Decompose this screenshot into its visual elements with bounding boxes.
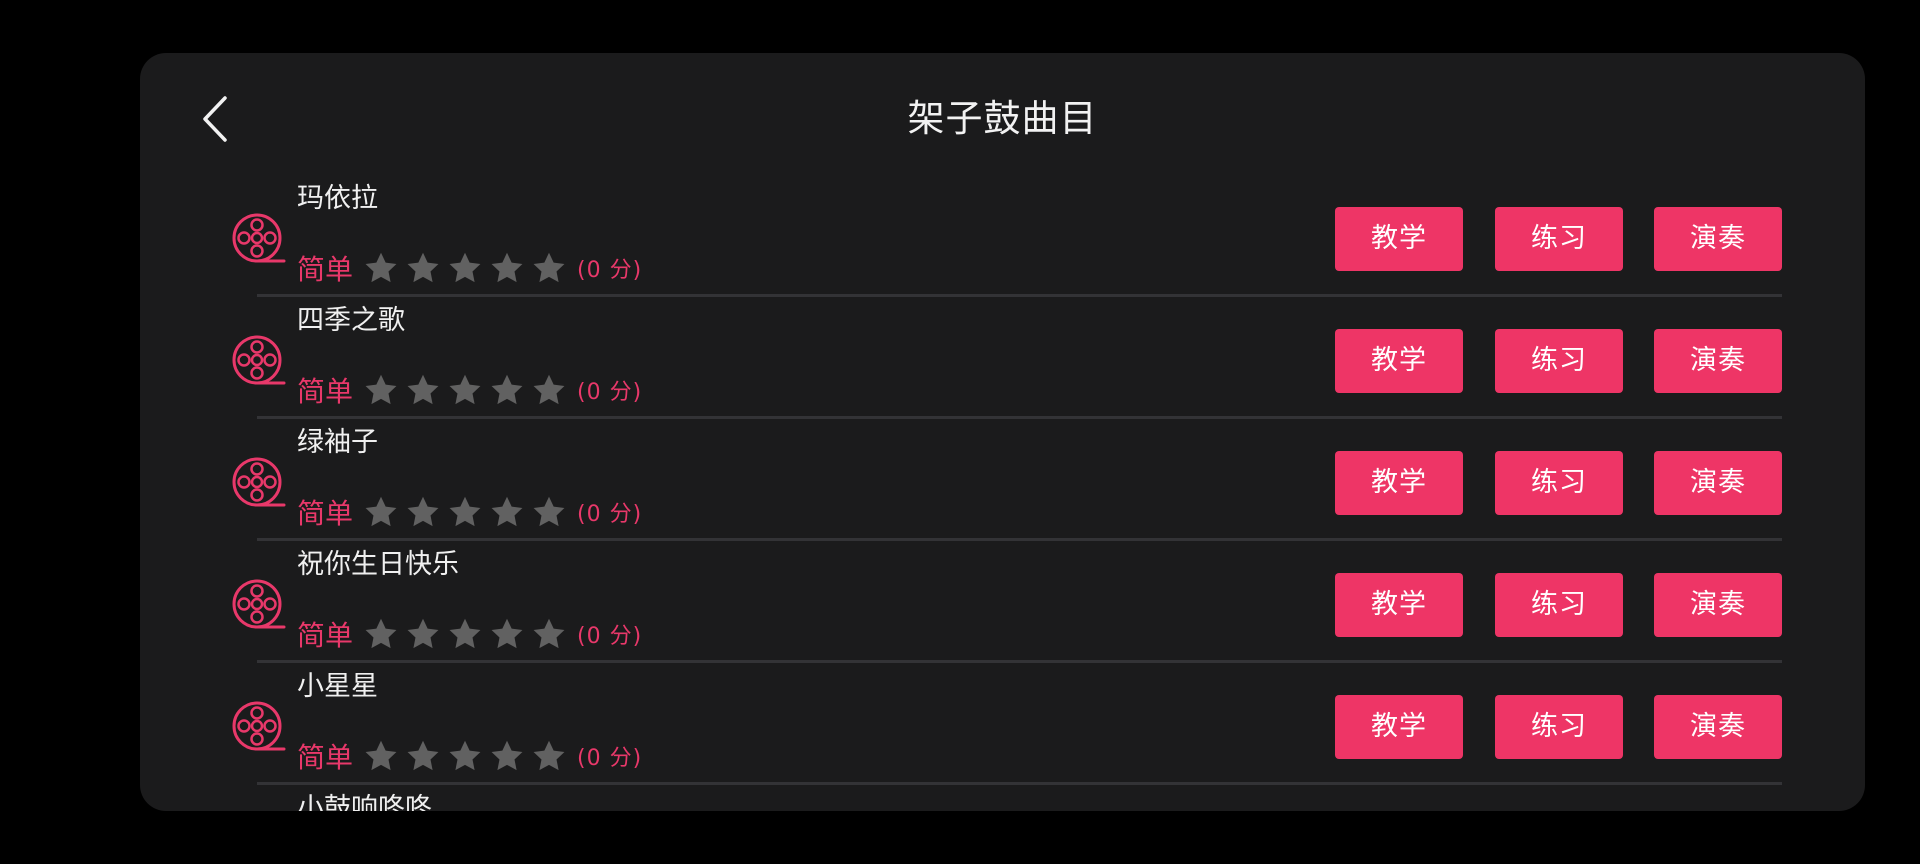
practice-button[interactable]: 练习 xyxy=(1495,451,1623,515)
star-rating xyxy=(363,616,573,652)
star-icon xyxy=(405,738,441,774)
play-button[interactable]: 演奏 xyxy=(1654,695,1782,759)
score-label: (0 分) xyxy=(577,746,643,771)
play-button[interactable]: 演奏 xyxy=(1654,329,1782,393)
song-row: 四季之歌 简单 (0 分) 教学 练习 演奏 xyxy=(140,297,1865,419)
song-title: 玛依拉 xyxy=(297,183,378,214)
star-icon xyxy=(489,494,525,530)
star-icon xyxy=(447,494,483,530)
star-icon xyxy=(447,738,483,774)
star-icon xyxy=(405,372,441,408)
star-icon xyxy=(447,372,483,408)
star-rating xyxy=(363,738,573,774)
song-list-panel: 架子鼓曲目 玛依拉 简单 (0 分) 教学 练习 演奏 四季之歌 简单 (0 分… xyxy=(140,53,1865,811)
song-title: 小鼓响咚咚 xyxy=(297,793,432,811)
film-reel-icon xyxy=(232,457,286,513)
star-rating xyxy=(363,494,573,530)
song-row: 绿袖子 简单 (0 分) 教学 练习 演奏 xyxy=(140,419,1865,541)
star-rating xyxy=(363,250,573,286)
star-icon xyxy=(363,738,399,774)
song-title: 祝你生日快乐 xyxy=(297,549,459,580)
practice-button[interactable]: 练习 xyxy=(1495,207,1623,271)
star-icon xyxy=(531,738,567,774)
page-title: 架子鼓曲目 xyxy=(907,97,1098,140)
song-title: 四季之歌 xyxy=(297,305,405,336)
star-icon xyxy=(489,250,525,286)
star-icon xyxy=(405,616,441,652)
star-icon xyxy=(405,494,441,530)
teach-button[interactable]: 教学 xyxy=(1335,329,1463,393)
star-icon xyxy=(447,616,483,652)
score-label: (0 分) xyxy=(577,624,643,649)
film-reel-icon xyxy=(232,335,286,391)
difficulty-line: 简单 (0 分) xyxy=(297,614,642,654)
song-title: 绿袖子 xyxy=(297,427,378,458)
practice-button[interactable]: 练习 xyxy=(1495,329,1623,393)
play-button[interactable]: 演奏 xyxy=(1654,451,1782,515)
difficulty-line: 简单 (0 分) xyxy=(297,370,642,410)
star-icon xyxy=(363,494,399,530)
difficulty-label: 简单 xyxy=(297,741,354,774)
film-reel-icon xyxy=(232,701,286,757)
song-title: 小星星 xyxy=(297,671,378,702)
practice-button[interactable]: 练习 xyxy=(1495,695,1623,759)
difficulty-label: 简单 xyxy=(297,375,354,408)
song-row: 小星星 简单 (0 分) 教学 练习 演奏 xyxy=(140,663,1865,785)
film-reel-icon xyxy=(232,213,286,269)
score-label: (0 分) xyxy=(577,258,643,283)
teach-button[interactable]: 教学 xyxy=(1335,573,1463,637)
star-icon xyxy=(531,494,567,530)
teach-button[interactable]: 教学 xyxy=(1335,451,1463,515)
song-row: 玛依拉 简单 (0 分) 教学 练习 演奏 xyxy=(140,175,1865,297)
play-button[interactable]: 演奏 xyxy=(1654,207,1782,271)
teach-button[interactable]: 教学 xyxy=(1335,695,1463,759)
difficulty-label: 简单 xyxy=(297,253,354,286)
star-icon xyxy=(363,372,399,408)
song-row: 小鼓响咚咚 简单 (0 分) 教学 练习 演奏 xyxy=(140,785,1865,811)
difficulty-label: 简单 xyxy=(297,619,354,652)
difficulty-line: 简单 (0 分) xyxy=(297,248,642,288)
practice-button[interactable]: 练习 xyxy=(1495,573,1623,637)
star-icon xyxy=(531,250,567,286)
difficulty-label: 简单 xyxy=(297,497,354,530)
star-icon xyxy=(489,616,525,652)
star-icon xyxy=(363,250,399,286)
star-rating xyxy=(363,372,573,408)
score-label: (0 分) xyxy=(577,502,643,527)
play-button[interactable]: 演奏 xyxy=(1654,573,1782,637)
song-row: 祝你生日快乐 简单 (0 分) 教学 练习 演奏 xyxy=(140,541,1865,663)
star-icon xyxy=(363,616,399,652)
star-icon xyxy=(489,738,525,774)
star-icon xyxy=(405,250,441,286)
star-icon xyxy=(531,616,567,652)
star-icon xyxy=(531,372,567,408)
difficulty-line: 简单 (0 分) xyxy=(297,736,642,776)
film-reel-icon xyxy=(232,579,286,635)
teach-button[interactable]: 教学 xyxy=(1335,207,1463,271)
score-label: (0 分) xyxy=(577,380,643,405)
star-icon xyxy=(447,250,483,286)
difficulty-line: 简单 (0 分) xyxy=(297,492,642,532)
star-icon xyxy=(489,372,525,408)
